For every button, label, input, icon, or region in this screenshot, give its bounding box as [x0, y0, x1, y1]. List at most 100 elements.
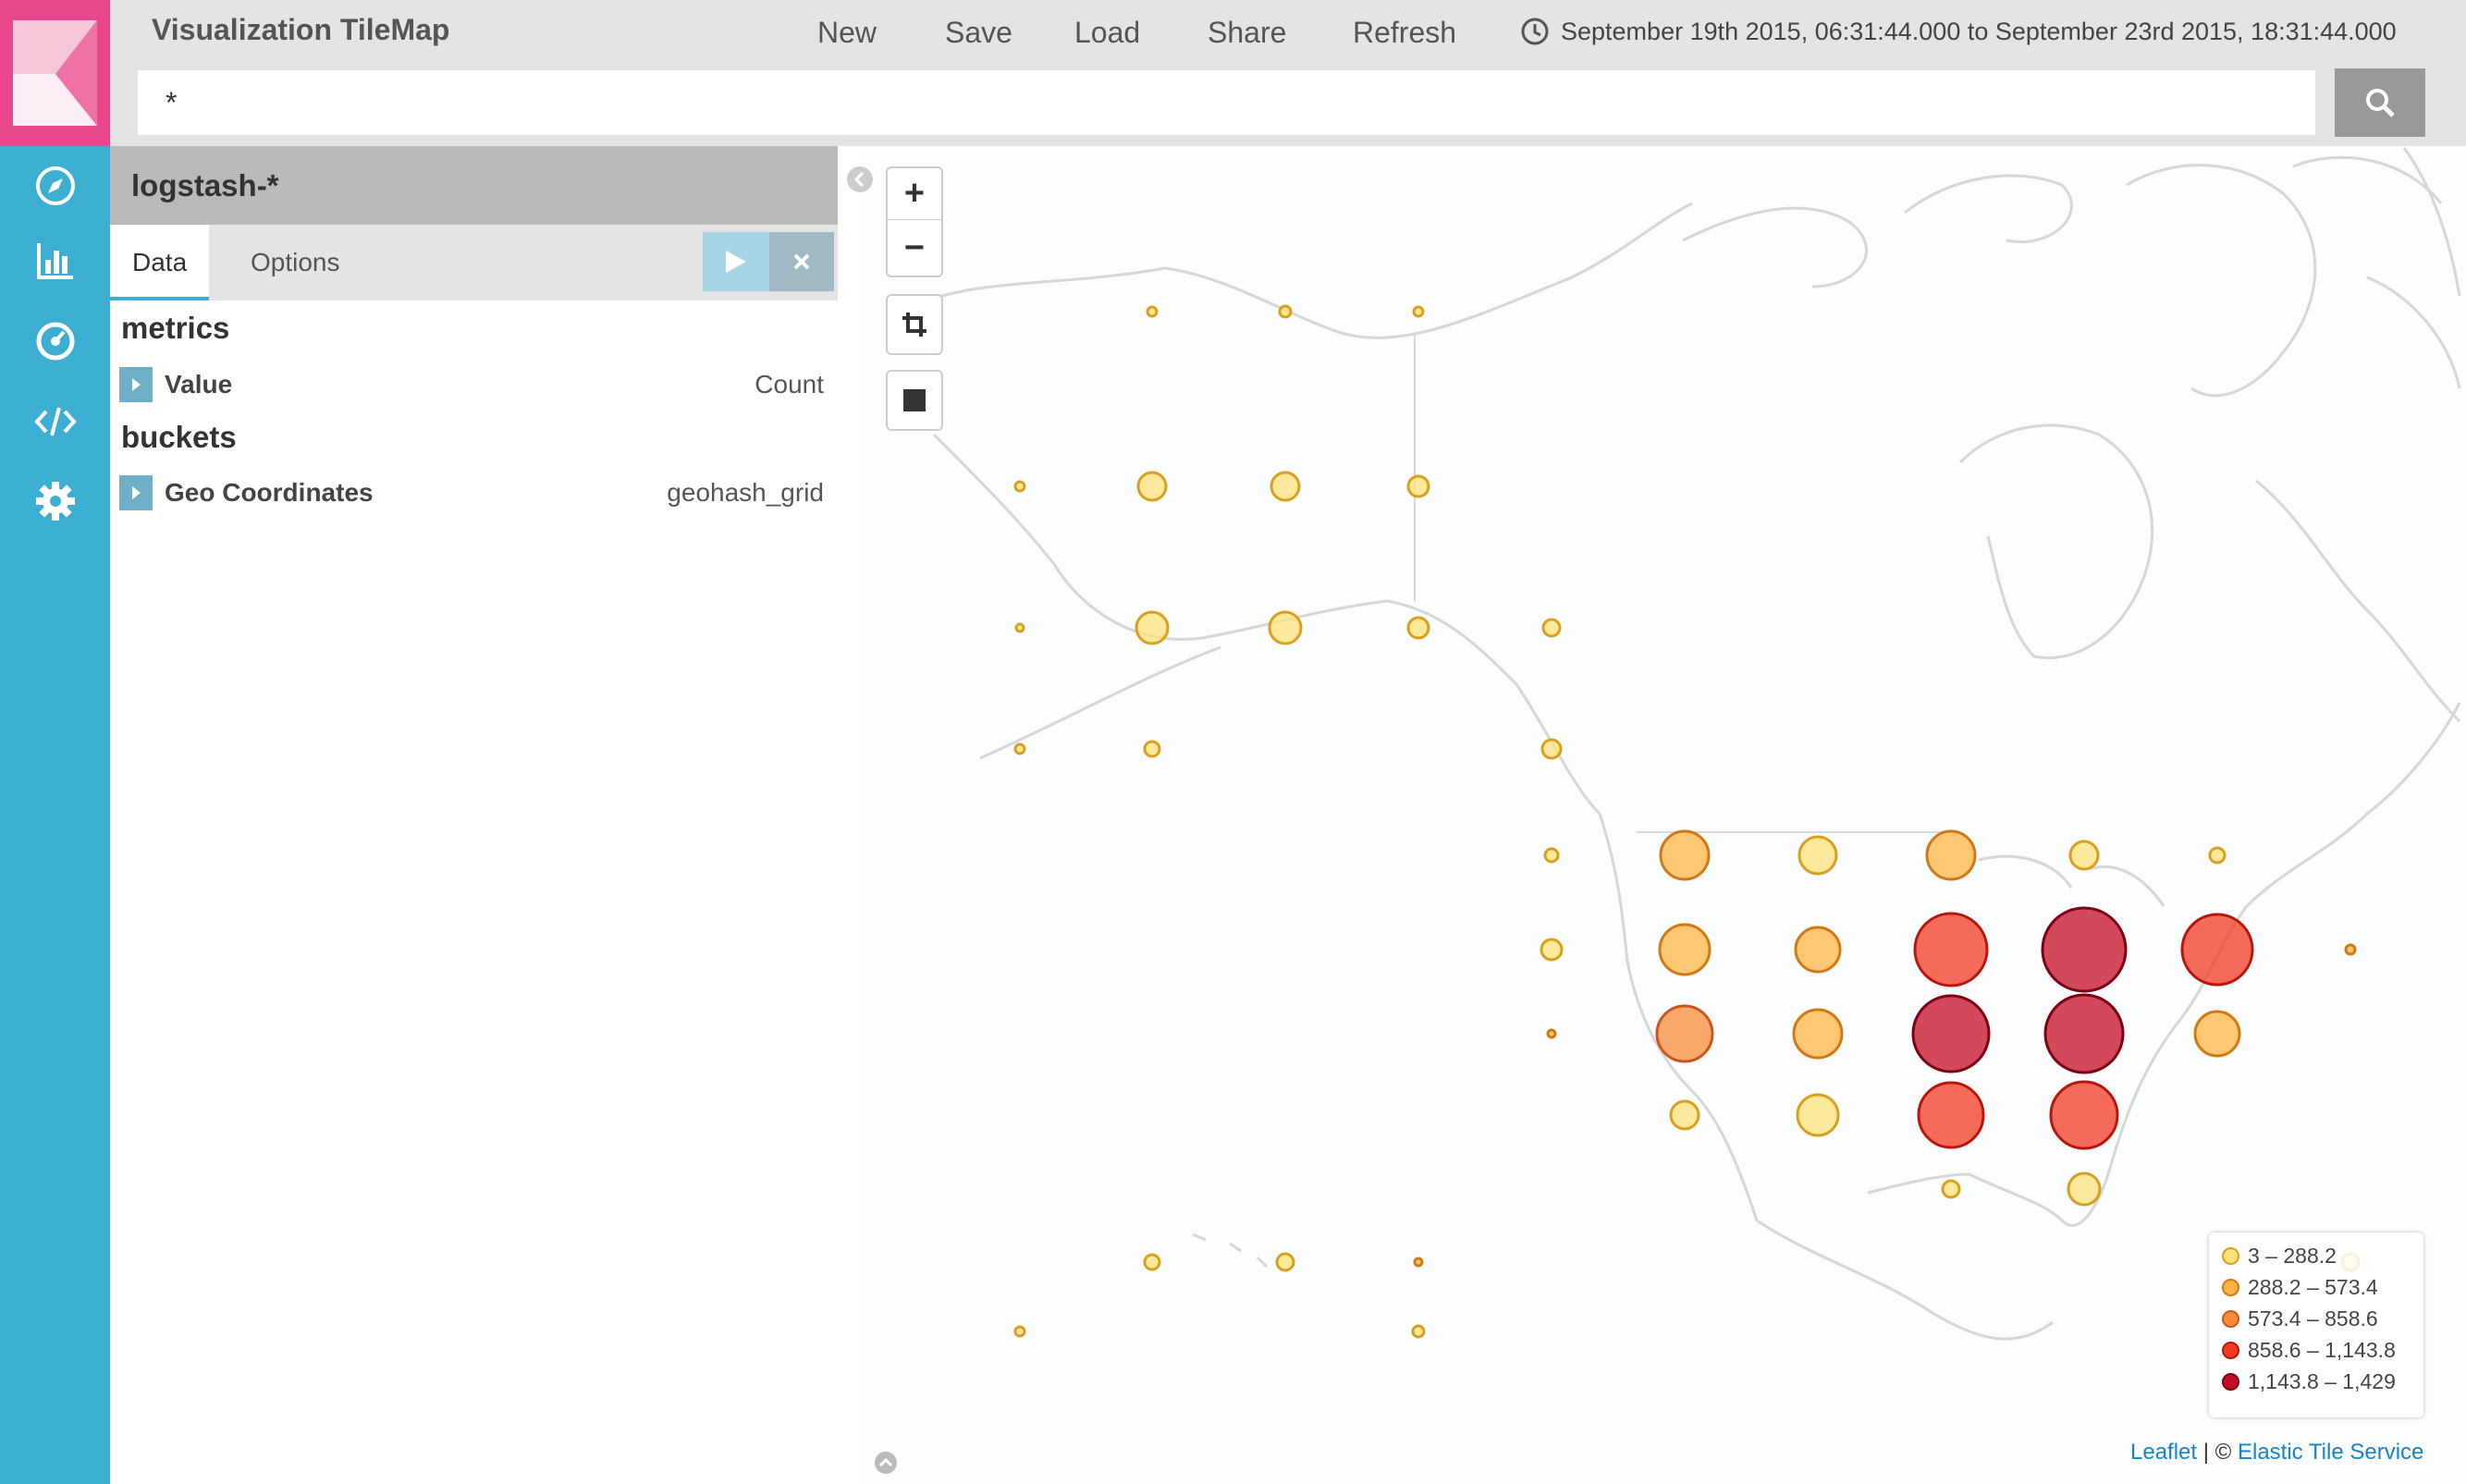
geohash-marker[interactable] — [1543, 847, 1560, 864]
compass-icon[interactable] — [22, 153, 89, 219]
geohash-marker[interactable] — [2041, 906, 2128, 993]
tab-options[interactable]: Options — [228, 225, 362, 300]
legend-item: 3 – 288.2 — [2222, 1244, 2337, 1269]
geohash-marker[interactable] — [2180, 913, 2254, 987]
search-input[interactable] — [138, 70, 2315, 135]
map-attribution: Leaflet | © Elastic Tile Service — [2130, 1440, 2423, 1466]
geohash-marker[interactable] — [1411, 1324, 1426, 1339]
metric-agg-label: Value — [165, 370, 233, 399]
geohash-marker[interactable] — [1136, 471, 1168, 502]
geohash-marker[interactable] — [1270, 471, 1301, 502]
dashboard-icon[interactable] — [22, 308, 89, 374]
bucket-agg-label: Geo Coordinates — [165, 478, 374, 507]
geohash-marker[interactable] — [1546, 1028, 1557, 1039]
zoom-in-button[interactable]: + — [886, 166, 943, 220]
geohash-marker[interactable] — [1406, 474, 1430, 498]
collapse-sidebar-button[interactable] — [845, 165, 875, 194]
fit-data-bounds-button[interactable] — [886, 294, 943, 355]
geohash-marker[interactable] — [2344, 943, 2357, 956]
chevron-left-icon — [847, 166, 873, 192]
geohash-marker[interactable] — [1275, 1252, 1295, 1272]
search-button[interactable] — [2335, 68, 2425, 137]
geohash-marker[interactable] — [1925, 829, 1977, 881]
caret-right-icon[interactable] — [119, 367, 153, 402]
bucket-agg-type: geohash_grid — [667, 478, 824, 507]
geohash-marker[interactable] — [1406, 616, 1430, 640]
geohash-marker[interactable] — [1014, 622, 1025, 633]
geohash-marker[interactable] — [2193, 1010, 2241, 1058]
buckets-section-title: buckets — [121, 420, 237, 454]
legend-swatch — [2222, 1373, 2239, 1391]
geohash-marker[interactable] — [1278, 304, 1293, 319]
geohash-marker[interactable] — [1792, 1008, 1844, 1060]
legend-label: 3 – 288.2 — [2248, 1244, 2337, 1268]
apply-changes-button[interactable] — [703, 232, 769, 291]
legend-swatch — [2222, 1247, 2239, 1265]
geohash-marker[interactable] — [1655, 1004, 1714, 1063]
draw-rectangle-button[interactable] — [886, 370, 943, 431]
square-icon — [903, 389, 926, 411]
geohash-marker[interactable] — [1797, 835, 1838, 876]
geohash-marker[interactable] — [1013, 1325, 1026, 1338]
scroll-up-button[interactable] — [873, 1450, 899, 1476]
time-picker[interactable]: September 19th 2015, 06:31:44.000 to Sep… — [1520, 17, 2397, 46]
leaflet-link[interactable]: Leaflet — [2130, 1440, 2197, 1465]
refresh-button[interactable]: Refresh — [1353, 16, 1456, 50]
zoom-out-button[interactable]: − — [886, 220, 943, 277]
geohash-marker[interactable] — [1917, 1081, 1985, 1149]
elastic-tile-service-link[interactable]: Elastic Tile Service — [2238, 1440, 2423, 1465]
geohash-marker[interactable] — [1658, 923, 1711, 976]
page-title: Visualization TileMap — [152, 13, 450, 46]
code-icon[interactable] — [22, 388, 89, 455]
geohash-marker[interactable] — [1911, 994, 1991, 1073]
bar-chart-icon[interactable] — [22, 227, 89, 294]
crop-icon — [902, 313, 926, 337]
time-range-label: September 19th 2015, 06:31:44.000 to Sep… — [1561, 17, 2397, 45]
legend-swatch — [2222, 1310, 2239, 1328]
geohash-marker[interactable] — [1794, 926, 1842, 974]
geohash-marker[interactable] — [1540, 938, 1564, 962]
geohash-marker[interactable] — [1135, 610, 1170, 645]
metric-agg-row[interactable]: Value Count — [119, 364, 831, 405]
geohash-marker[interactable] — [2068, 840, 2100, 871]
load-button[interactable]: Load — [1074, 16, 1140, 50]
new-button[interactable]: New — [817, 16, 877, 50]
tab-data[interactable]: Data — [110, 225, 210, 300]
play-icon — [726, 251, 746, 273]
geohash-marker[interactable] — [1659, 829, 1711, 881]
geohash-marker[interactable] — [1913, 912, 1989, 987]
geohash-marker[interactable] — [2049, 1080, 2119, 1150]
geohash-marker[interactable] — [1540, 738, 1563, 760]
metric-agg-type: Count — [755, 370, 824, 399]
geohash-marker[interactable] — [1541, 618, 1562, 638]
kibana-logo[interactable] — [0, 0, 110, 146]
geohash-marker[interactable] — [1013, 742, 1026, 755]
caret-right-icon[interactable] — [119, 475, 153, 510]
geohash-marker[interactable] — [1941, 1179, 1961, 1199]
legend-item: 288.2 – 573.4 — [2222, 1275, 2378, 1300]
geohash-marker[interactable] — [1412, 305, 1425, 318]
legend-item: 573.4 – 858.6 — [2222, 1306, 2378, 1331]
geohash-marker[interactable] — [2067, 1171, 2102, 1207]
geohash-marker[interactable] — [1669, 1099, 1700, 1131]
geohash-marker[interactable] — [1796, 1093, 1840, 1137]
search-icon — [2366, 89, 2395, 117]
borders — [1414, 333, 1960, 833]
geohash-marker[interactable] — [1146, 305, 1159, 318]
share-button[interactable]: Share — [1208, 16, 1286, 50]
geohash-marker[interactable] — [1143, 740, 1161, 758]
legend-label: 1,143.8 – 1,429 — [2248, 1369, 2396, 1393]
geohash-marker[interactable] — [2043, 993, 2125, 1074]
geohash-marker[interactable] — [2208, 846, 2227, 865]
save-button[interactable]: Save — [945, 16, 1012, 50]
geohash-marker[interactable] — [1268, 610, 1303, 645]
kibana-logo-mark — [13, 20, 97, 126]
geohash-marker[interactable] — [1013, 480, 1026, 493]
geohash-marker[interactable] — [1413, 1257, 1424, 1268]
geohash-marker[interactable] — [1143, 1253, 1161, 1271]
legend-swatch — [2222, 1279, 2239, 1296]
index-pattern-name: logstash-* — [131, 168, 279, 202]
bucket-agg-row[interactable]: Geo Coordinates geohash_grid — [119, 472, 831, 513]
gear-icon[interactable] — [22, 468, 89, 534]
discard-changes-button[interactable] — [769, 232, 834, 291]
